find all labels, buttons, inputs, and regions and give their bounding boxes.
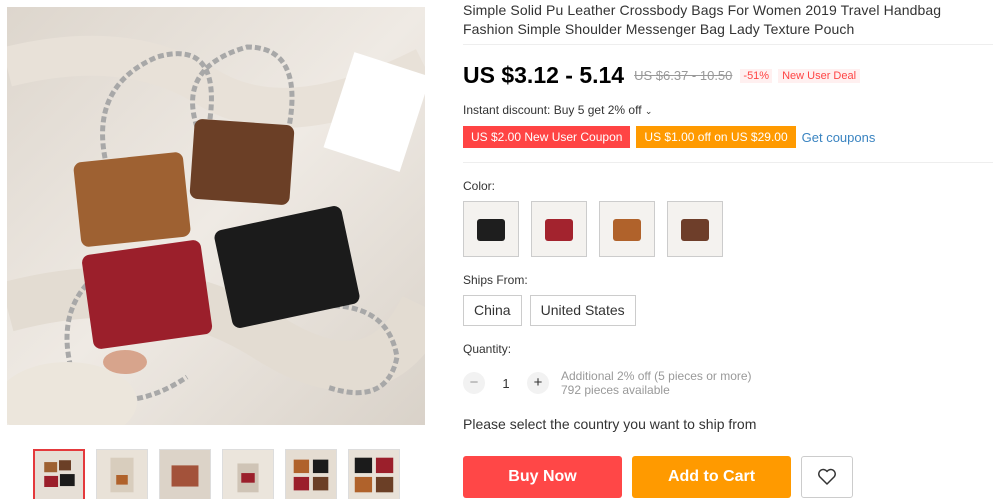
instant-discount[interactable]: Instant discount: Buy 5 get 2% off ⌄	[463, 103, 652, 117]
color-option-brown[interactable]	[599, 201, 655, 257]
bulk-discount-note: Additional 2% off (5 pieces or more)	[561, 369, 752, 383]
divider	[463, 44, 993, 45]
color-label: Color:	[463, 179, 496, 193]
add-to-cart-button[interactable]: Add to Cart	[632, 456, 791, 498]
ship-option-united-states[interactable]: United States	[529, 295, 636, 326]
instant-discount-label: Instant discount: Buy 5 get 2% off	[463, 103, 642, 117]
quantity-label: Quantity:	[463, 342, 512, 356]
product-title: Simple Solid Pu Leather Crossbody Bags F…	[463, 2, 942, 37]
thumbnail-5[interactable]	[285, 449, 337, 499]
color-option-black[interactable]	[463, 201, 519, 257]
chevron-down-icon: ⌄	[644, 106, 653, 116]
plus-button[interactable]: +	[527, 372, 549, 394]
ship-country-message: Please select the country you want to sh…	[463, 416, 757, 432]
quantity-note: Additional 2% off (5 pieces or more) 792…	[561, 369, 752, 397]
color-options	[463, 201, 723, 257]
thumbnail-1[interactable]	[33, 449, 85, 499]
thumbnail-4[interactable]	[222, 449, 274, 499]
new-user-deal-badge: New User Deal	[778, 68, 861, 83]
wishlist-button[interactable]	[801, 456, 853, 498]
bag-icon	[613, 219, 641, 241]
quantity-value[interactable]: 1	[485, 376, 527, 391]
thumbnail-6[interactable]	[348, 449, 400, 499]
divider	[463, 162, 993, 163]
buy-now-button[interactable]: Buy Now	[463, 456, 622, 498]
bag-icon	[477, 219, 505, 241]
quantity-stepper: − 1 + Additional 2% off (5 pieces or mor…	[463, 369, 752, 397]
ships-from-label: Ships From:	[463, 273, 528, 287]
stock-available: 792 pieces available	[561, 383, 670, 397]
color-option-red[interactable]	[531, 201, 587, 257]
heart-icon	[818, 468, 836, 485]
original-price: US $6.37 - 10.50	[634, 68, 733, 83]
thumbnail-strip	[33, 449, 400, 499]
action-buttons: Buy Now Add to Cart	[463, 456, 853, 498]
bag-icon	[681, 219, 709, 241]
ship-option-china[interactable]: China	[463, 295, 522, 326]
store-coupon[interactable]: US $1.00 off on US $29.00	[636, 126, 796, 148]
get-coupons-link[interactable]: Get coupons	[802, 130, 876, 145]
bag-icon	[545, 219, 573, 241]
coupon-row: US $2.00 New User Coupon US $1.00 off on…	[463, 126, 875, 148]
minus-button[interactable]: −	[463, 372, 485, 394]
ships-from-options: China United States	[463, 295, 636, 326]
product-photo	[7, 7, 425, 425]
current-price: US $3.12 - 5.14	[463, 62, 625, 88]
discount-badge: -51%	[740, 68, 773, 83]
price-row: US $3.12 - 5.14 US $6.37 - 10.50 -51% Ne…	[463, 62, 861, 89]
thumbnail-2[interactable]	[96, 449, 148, 499]
color-option-coffee[interactable]	[667, 201, 723, 257]
new-user-coupon[interactable]: US $2.00 New User Coupon	[463, 126, 631, 148]
thumbnail-3[interactable]	[159, 449, 211, 499]
main-product-image[interactable]	[7, 7, 425, 425]
